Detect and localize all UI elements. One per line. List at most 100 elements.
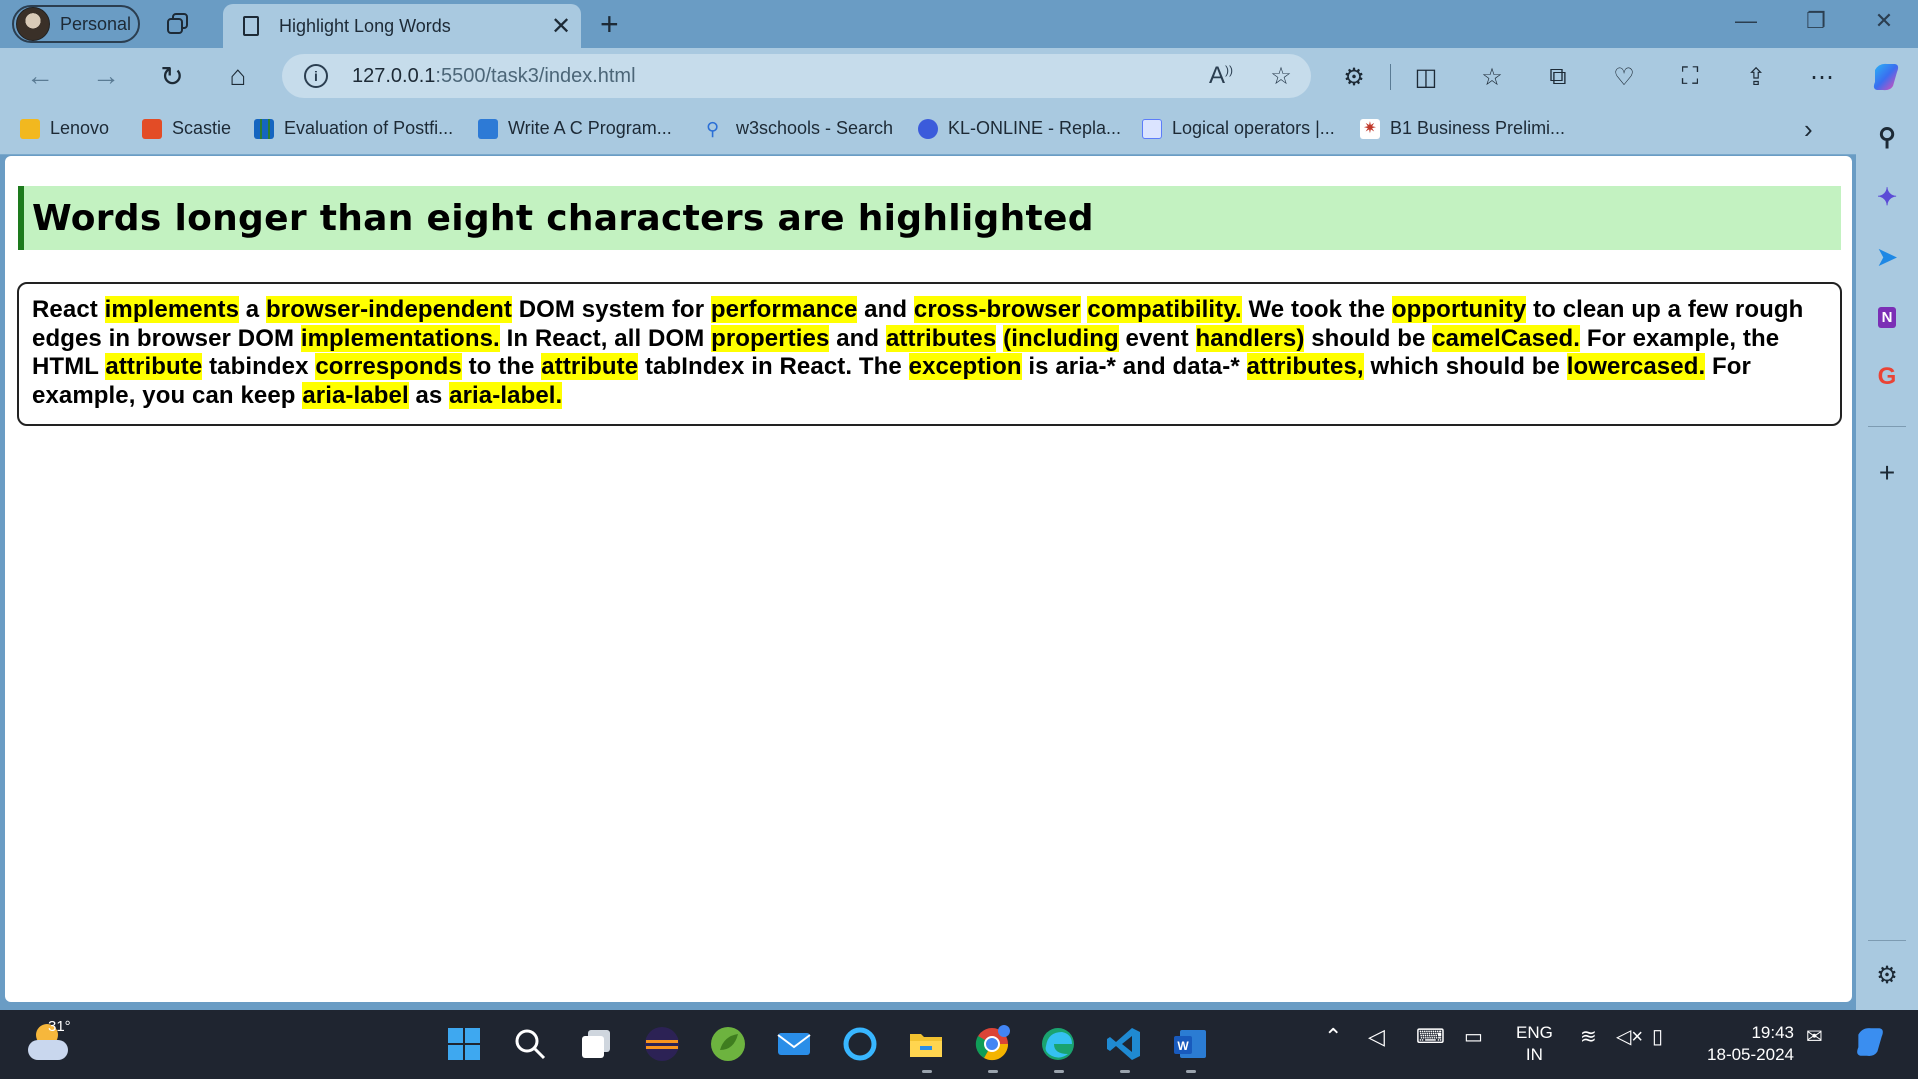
- sidebar-onenote-icon[interactable]: N: [1872, 302, 1902, 332]
- spring-icon[interactable]: [708, 1024, 748, 1064]
- favorite-item[interactable]: Lenovo: [20, 118, 109, 139]
- windows-taskbar: 31° W ⌃ ◁ ⌨ ▭ ENG IN ≋ ◁× ▯ 19:43 18-05-…: [0, 1010, 1918, 1079]
- plain-text: DOM system for: [511, 296, 711, 323]
- highlighted-word: exception: [908, 353, 1022, 380]
- highlighted-word: attributes: [885, 324, 997, 352]
- profile-label: Personal: [60, 13, 132, 34]
- sidebar-google-icon[interactable]: G: [1872, 362, 1902, 392]
- address-bar[interactable]: i 127.0.0.1:5500/task3/index.html A)) ☆: [282, 54, 1311, 98]
- highlighted-word: properties: [711, 324, 830, 352]
- battery-icon[interactable]: ▯: [1652, 1024, 1663, 1049]
- plain-text: In React, all DOM: [499, 324, 712, 352]
- input-language-indicator[interactable]: ENG IN: [1516, 1022, 1553, 1066]
- plain-text: event: [1118, 324, 1196, 352]
- close-window-button[interactable]: ✕: [1864, 8, 1904, 34]
- favorites-icon[interactable]: ☆: [1472, 60, 1512, 94]
- highlighted-word: browser-independent: [266, 296, 512, 323]
- eclipse-icon[interactable]: [642, 1024, 682, 1064]
- file-explorer-icon[interactable]: [906, 1024, 946, 1064]
- plain-text: tabindex: [202, 353, 316, 380]
- search-icon[interactable]: [510, 1024, 550, 1064]
- wifi-icon[interactable]: ≋: [1580, 1024, 1597, 1049]
- share-icon[interactable]: ⇪: [1736, 60, 1776, 94]
- favorite-item[interactable]: Scastie: [142, 118, 231, 139]
- copilot-icon[interactable]: [1866, 60, 1906, 94]
- volume-muted-icon[interactable]: ◁×: [1616, 1024, 1643, 1049]
- location-icon[interactable]: ◁: [1368, 1024, 1385, 1050]
- extensions-icon[interactable]: ⚙: [1334, 60, 1374, 94]
- favorite-item[interactable]: Write A C Program...: [478, 118, 672, 139]
- folder-icon: [20, 118, 40, 139]
- sidebar-copilot-icon[interactable]: ✦: [1872, 182, 1902, 212]
- highlighted-word: aria-label: [302, 381, 409, 409]
- site-info-icon[interactable]: i: [304, 64, 328, 88]
- favorite-item[interactable]: KL-ONLINE - Repla...: [918, 118, 1121, 139]
- home-button[interactable]: ⌂: [218, 58, 258, 94]
- screenshot-icon[interactable]: ⛶: [1670, 60, 1710, 94]
- collections-icon[interactable]: ⧉: [1538, 60, 1578, 94]
- tab-strip: Personal Highlight Long Words ✕ + — ❐ ✕: [0, 0, 1918, 48]
- word-icon[interactable]: W: [1170, 1024, 1210, 1064]
- highlighted-word: (including: [1003, 324, 1119, 352]
- plain-text: tabIndex in React. The: [638, 353, 909, 380]
- date: 18-05-2024: [1707, 1045, 1794, 1064]
- keyboard-icon[interactable]: ⌨: [1416, 1024, 1445, 1049]
- highlighted-word: performance: [710, 296, 858, 323]
- read-aloud-icon[interactable]: A)): [1191, 62, 1251, 90]
- plain-text: should be: [1304, 324, 1433, 352]
- running-indicator: [988, 1070, 998, 1073]
- sidebar-settings-gear-icon[interactable]: ⚙: [1872, 960, 1902, 990]
- plain-text: a: [239, 296, 266, 323]
- minimize-button[interactable]: —: [1726, 8, 1766, 34]
- favorite-item[interactable]: Logical operators |...: [1142, 118, 1335, 139]
- favorite-label: Write A C Program...: [508, 118, 672, 138]
- more-menu-icon[interactable]: ⋯: [1802, 60, 1842, 94]
- page-viewport: Words longer than eight characters are h…: [5, 156, 1852, 1002]
- workspaces-icon[interactable]: [165, 12, 191, 36]
- show-hidden-icons-chevron-icon[interactable]: ⌃: [1324, 1024, 1342, 1050]
- restore-button[interactable]: ❐: [1796, 8, 1836, 34]
- sidebar-add-icon[interactable]: +: [1872, 457, 1902, 488]
- sidebar-telegram-icon[interactable]: ➤: [1872, 242, 1902, 272]
- profile-button[interactable]: Personal: [12, 5, 140, 43]
- new-tab-button[interactable]: +: [600, 6, 619, 42]
- kl-icon: [918, 118, 938, 139]
- notifications-icon[interactable]: ✉: [1806, 1024, 1823, 1049]
- edge-icon[interactable]: [1038, 1024, 1078, 1064]
- tablet-mode-icon[interactable]: ▭: [1464, 1024, 1483, 1049]
- refresh-button[interactable]: ↻: [152, 58, 192, 94]
- favorite-item[interactable]: ⚲ w3schools - Search: [706, 118, 893, 139]
- windows-start-icon[interactable]: [444, 1024, 484, 1064]
- highlighted-word: attribute: [541, 353, 639, 380]
- weather-widget[interactable]: 31°: [24, 1018, 72, 1066]
- highlighted-word: attribute: [105, 353, 203, 380]
- favorite-item[interactable]: ✷ B1 Business Prelimi...: [1360, 118, 1565, 139]
- running-indicator: [922, 1070, 932, 1073]
- copilot-taskbar-icon[interactable]: [1852, 1024, 1888, 1060]
- favorites-overflow-chevron-icon[interactable]: ›: [1804, 114, 1813, 145]
- mail-icon[interactable]: [774, 1024, 814, 1064]
- tab-close-icon[interactable]: ✕: [541, 12, 581, 41]
- sidebar-divider: [1868, 940, 1906, 941]
- favorite-item[interactable]: Evaluation of Postfi...: [254, 118, 453, 139]
- chrome-icon[interactable]: [972, 1024, 1012, 1064]
- page-icon: [243, 16, 259, 36]
- clock[interactable]: 19:43 18-05-2024: [1698, 1022, 1794, 1066]
- task-view-icon[interactable]: [576, 1024, 616, 1064]
- browser-essentials-icon[interactable]: ♡: [1604, 60, 1644, 94]
- tab-active[interactable]: Highlight Long Words ✕: [223, 4, 581, 48]
- vscode-icon[interactable]: [1104, 1024, 1144, 1064]
- tab-title: Highlight Long Words: [279, 15, 451, 36]
- highlighted-word: cross-browser: [913, 296, 1081, 323]
- sidebar-search-icon[interactable]: ⚲: [1872, 122, 1902, 152]
- highlighted-word: implements: [104, 296, 240, 323]
- favorite-label: Scastie: [172, 118, 232, 138]
- favorite-star-icon[interactable]: ☆: [1251, 62, 1311, 91]
- highlighted-word: compatibility.: [1087, 296, 1242, 323]
- page-heading-banner: Words longer than eight characters are h…: [18, 186, 1841, 250]
- cortana-icon[interactable]: [840, 1024, 880, 1064]
- back-button[interactable]: ←: [20, 58, 60, 94]
- forward-button[interactable]: →: [86, 58, 126, 94]
- plain-text: which should be: [1363, 353, 1567, 380]
- split-screen-icon[interactable]: ◫: [1406, 60, 1446, 94]
